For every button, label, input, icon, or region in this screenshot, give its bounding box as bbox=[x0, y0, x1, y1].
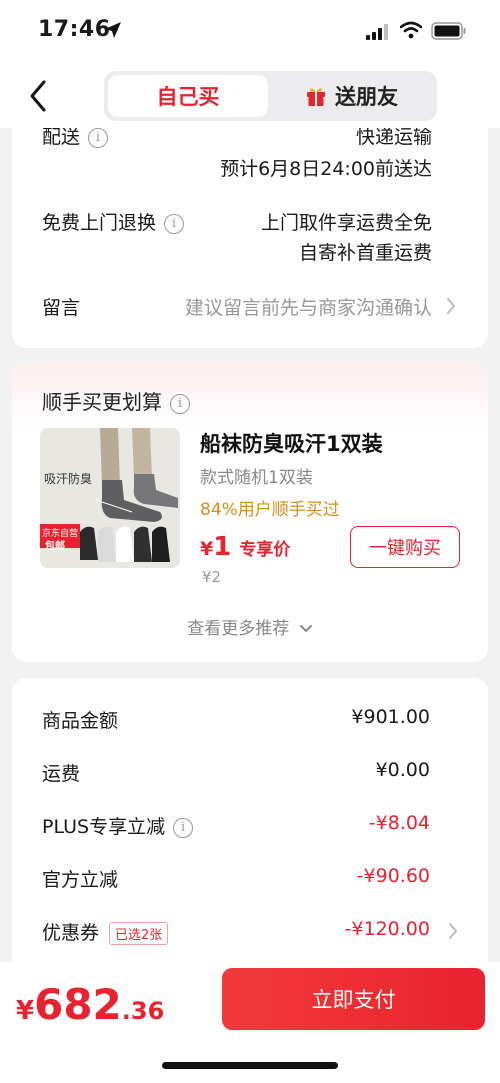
free-return-line2: 自寄补首重运费 bbox=[298, 242, 432, 264]
info-icon[interactable]: i bbox=[170, 393, 190, 414]
total-price: ¥682.36 bbox=[16, 980, 164, 1029]
summary-value: -¥90.60 bbox=[356, 865, 430, 887]
coupon-row[interactable]: 优惠券 已选2张 bbox=[42, 918, 169, 945]
product-original-price: ¥2 bbox=[202, 568, 222, 586]
info-icon[interactable]: i bbox=[173, 817, 194, 838]
message-input[interactable]: 建议留言前先与商家沟通确认 bbox=[185, 293, 432, 320]
product-buy-rate: 84%用户顺手买过 bbox=[200, 500, 340, 520]
summary-value: -¥8.04 bbox=[368, 812, 430, 834]
summary-label: 优惠券 bbox=[42, 922, 100, 944]
summary-label: PLUS专享立减 bbox=[42, 816, 166, 838]
one-click-buy-button[interactable]: 一键购买 bbox=[350, 526, 460, 568]
home-indicator[interactable] bbox=[162, 1062, 338, 1069]
product-spec: 款式随机1双装 bbox=[200, 468, 313, 488]
checkout-bar: ¥682.36 立即支付 bbox=[0, 962, 500, 1083]
coupon-selected-badge: 已选2张 bbox=[109, 922, 169, 945]
price-summary-card: 商品金额 ¥901.00 运费 ¥0.00 PLUS专享立减 i -¥8.04 官… bbox=[12, 678, 488, 998]
recommend-title: 顺手买更划算 bbox=[42, 390, 162, 414]
delivery-label: 配送 bbox=[42, 126, 81, 148]
status-bar: 17:46 bbox=[0, 0, 500, 64]
recommend-title-row: 顺手买更划算 i bbox=[42, 386, 190, 415]
battery-icon bbox=[431, 22, 466, 40]
summary-value: ¥901.00 bbox=[351, 706, 430, 728]
plus-discount-row: PLUS专享立减 i bbox=[42, 812, 194, 839]
free-shipping-badge: 包邮 bbox=[45, 541, 65, 552]
price-symbol: ¥ bbox=[200, 538, 214, 560]
product-image[interactable]: 吸汗防臭 京东自营 包邮 bbox=[40, 428, 180, 568]
see-more-label: 查看更多推荐 bbox=[187, 619, 290, 639]
recommend-card: 顺手买更划算 i 吸汗防臭 京东自营 包邮 船袜防臭吸汗1双装 款式随机1双装 8… bbox=[12, 362, 488, 662]
tab-gift-label: 送朋友 bbox=[335, 85, 398, 109]
status-time: 17:46 bbox=[38, 17, 111, 42]
free-return-line1: 上门取件享运费全免 bbox=[260, 212, 432, 234]
product-image-caption: 吸汗防臭 bbox=[44, 472, 93, 486]
info-icon[interactable]: i bbox=[88, 127, 109, 148]
chevron-right-icon bbox=[447, 298, 456, 314]
pay-now-button[interactable]: 立即支付 bbox=[222, 968, 485, 1030]
chevron-right-icon[interactable] bbox=[448, 922, 458, 940]
purchase-mode-switch: 自己买 送朋友 bbox=[104, 71, 437, 121]
product-price: ¥1 专享价 bbox=[200, 532, 290, 562]
total-symbol: ¥ bbox=[16, 996, 35, 1026]
summary-label: 商品金额 bbox=[42, 710, 119, 732]
price-tag: 专享价 bbox=[239, 540, 291, 560]
summary-label: 运费 bbox=[42, 763, 81, 785]
cellular-signal-icon bbox=[366, 24, 388, 40]
see-more-recommendations[interactable]: 查看更多推荐 bbox=[12, 614, 488, 639]
chevron-down-icon bbox=[299, 625, 312, 633]
delivery-eta: 预计6月8日24:00前送达 bbox=[220, 158, 432, 180]
order-info-card: 配送 i 快递运输 预计6月8日24:00前送达 免费上门退换 i 上门取件享运费全… bbox=[12, 104, 488, 348]
free-return-row: 免费上门退换 i bbox=[42, 208, 185, 235]
product-name[interactable]: 船袜防臭吸汗1双装 bbox=[200, 428, 383, 458]
back-button[interactable] bbox=[24, 76, 56, 116]
total-decimal: .36 bbox=[121, 997, 165, 1025]
tab-buy-for-self[interactable]: 自己买 bbox=[108, 75, 268, 117]
summary-value: -¥120.00 bbox=[344, 918, 430, 940]
summary-value: ¥0.00 bbox=[375, 759, 430, 781]
gift-icon bbox=[307, 88, 325, 106]
wifi-icon bbox=[400, 21, 422, 39]
total-integer: 682 bbox=[34, 980, 122, 1029]
summary-label: 官方立减 bbox=[42, 869, 119, 891]
info-icon[interactable]: i bbox=[164, 213, 185, 234]
price-value: 1 bbox=[213, 532, 232, 562]
message-label: 留言 bbox=[42, 297, 81, 319]
location-arrow-icon bbox=[105, 22, 121, 38]
free-return-label: 免费上门退换 bbox=[42, 212, 157, 234]
nav-header: 自己买 送朋友 bbox=[0, 64, 500, 128]
tab-send-to-friend[interactable]: 送朋友 bbox=[270, 75, 433, 117]
